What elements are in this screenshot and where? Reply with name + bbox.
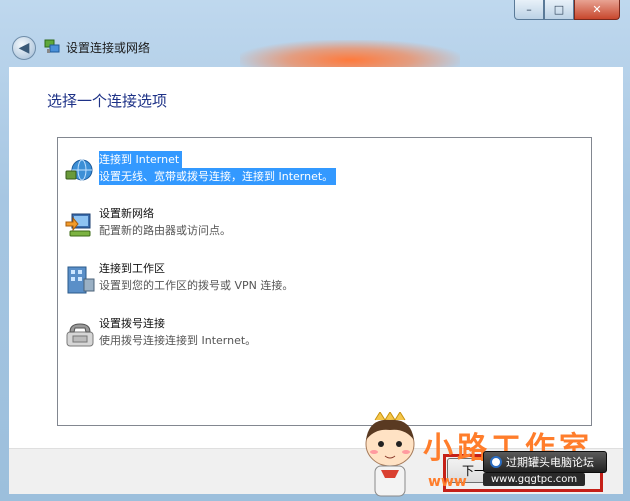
watermark-forum-badge: 过期罐头电脑论坛 [483,451,607,473]
network-setup-icon [44,39,60,53]
option-title: 连接到工作区 [99,262,165,275]
minimize-button[interactable]: – [514,0,544,20]
maximize-button[interactable]: □ [544,0,574,20]
cartoon-mascot-image [365,412,415,497]
connection-options-list[interactable]: 连接到 Internet 设置无线、宽带或拨号连接，连接到 Internet。 … [57,137,592,426]
page-heading: 选择一个连接选项 [47,92,168,110]
option-description: 使用拨号连接连接到 Internet。 [99,334,257,347]
option-title: 设置新网络 [99,207,154,220]
globe-network-icon [65,159,93,181]
watermark-www: www [428,474,467,490]
option-title: 连接到 Internet [99,151,183,168]
watermark-url: www.gqgtpc.com [483,473,586,486]
workplace-building-icon [67,266,95,294]
window-controls: – □ ✕ [514,0,620,20]
watermark-forum-text: 过期罐头电脑论坛 [506,456,594,469]
forum-logo-icon [490,456,502,468]
window-title: 设置连接或网络 [66,41,151,55]
window-frame: – □ ✕ ◀ 设置连接或网络 选择一个连接选项 连接到 Internet 设置… [0,0,630,501]
option-title: 设置拨号连接 [99,317,165,330]
router-network-icon [65,213,91,237]
option-description: 设置无线、宽带或拨号连接，连接到 Internet。 [99,168,337,185]
option-description: 设置到您的工作区的拨号或 VPN 连接。 [99,279,294,292]
back-arrow-icon[interactable]: ◀ [12,36,36,60]
telephone-modem-icon [66,323,94,347]
close-button[interactable]: ✕ [574,0,620,20]
option-description: 配置新的路由器或访问点。 [99,224,231,237]
